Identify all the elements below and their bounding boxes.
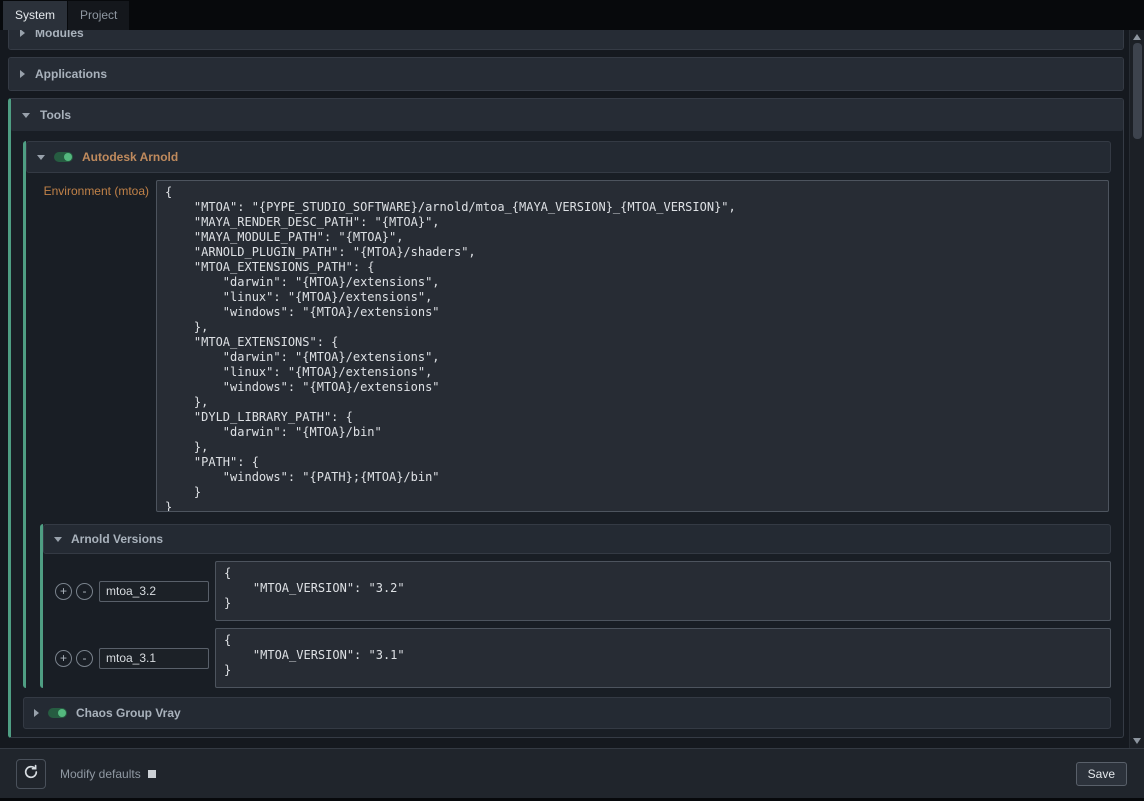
panel-arnold-label: Autodesk Arnold: [82, 150, 178, 164]
expand-arrow-icon: [37, 155, 45, 160]
section-tools-body: Autodesk Arnold Environment (mtoa) { "MT…: [11, 131, 1123, 737]
add-version-button[interactable]: +: [55, 583, 72, 600]
section-applications-header[interactable]: Applications: [9, 58, 1123, 90]
expand-arrow-icon: [54, 537, 62, 542]
section-tools-header[interactable]: Tools: [11, 99, 1123, 131]
environment-json-textarea[interactable]: { "MTOA": "{PYPE_STUDIO_SOFTWARE}/arnold…: [156, 180, 1109, 512]
section-applications-label: Applications: [35, 67, 107, 81]
enabled-toggle-icon[interactable]: [48, 708, 67, 718]
panel-chaos-group-vray: Chaos Group Vray: [23, 697, 1111, 729]
remove-version-button[interactable]: -: [76, 583, 93, 600]
version-key-input[interactable]: [99, 648, 209, 669]
scrollbar-track[interactable]: [1133, 40, 1142, 738]
version-json-textarea[interactable]: { "MTOA_VERSION": "3.2" }: [215, 561, 1111, 621]
panel-vray-label: Chaos Group Vray: [76, 706, 181, 720]
panel-autodesk-arnold: Autodesk Arnold Environment (mtoa) { "MT…: [23, 141, 1111, 688]
refresh-button[interactable]: [16, 759, 46, 789]
collapse-arrow-icon: [20, 70, 25, 78]
version-row: + - { "MTOA_VERSION": "3.1" }: [55, 628, 1111, 688]
scrollbar-down-icon[interactable]: [1133, 738, 1141, 744]
section-modules: Modules: [8, 30, 1124, 50]
tab-project[interactable]: Project: [68, 1, 129, 30]
remove-version-button[interactable]: -: [76, 650, 93, 667]
expand-arrow-icon: [22, 113, 30, 118]
modify-defaults-label: Modify defaults: [60, 767, 141, 781]
panel-arnold-header[interactable]: Autodesk Arnold: [26, 141, 1111, 173]
version-rows: + - { "MTOA_VERSION": "3.2" } + -: [43, 554, 1111, 688]
modify-defaults-checkbox[interactable]: [148, 770, 156, 778]
settings-window: System Project Modules Applications: [0, 0, 1144, 801]
section-tools: Tools Autodesk Arnold Environment (mtoa)…: [8, 98, 1124, 738]
tab-bar: System Project: [0, 0, 1144, 30]
environment-row: Environment (mtoa) { "MTOA": "{PYPE_STUD…: [26, 173, 1111, 522]
vertical-scrollbar: [1129, 30, 1144, 748]
enabled-toggle-icon[interactable]: [54, 152, 73, 162]
panel-vray-header[interactable]: Chaos Group Vray: [23, 697, 1111, 729]
section-modules-header[interactable]: Modules: [9, 30, 1123, 49]
group-arnold-versions: Arnold Versions + - { "MTOA_VERSION": "3…: [40, 524, 1111, 688]
section-tools-label: Tools: [40, 108, 71, 122]
settings-scroll-area: Modules Applications Tools: [0, 30, 1129, 748]
save-button[interactable]: Save: [1076, 762, 1127, 786]
collapse-arrow-icon: [20, 30, 25, 37]
main-area: Modules Applications Tools: [0, 30, 1144, 748]
collapse-arrow-icon: [34, 709, 39, 717]
refresh-icon: [23, 764, 39, 783]
environment-label: Environment (mtoa): [28, 180, 156, 198]
section-modules-label: Modules: [35, 30, 84, 40]
arnold-versions-label: Arnold Versions: [71, 532, 163, 546]
version-row: + - { "MTOA_VERSION": "3.2" }: [55, 561, 1111, 621]
arnold-versions-header[interactable]: Arnold Versions: [43, 524, 1111, 554]
scrollbar-thumb[interactable]: [1133, 43, 1142, 139]
version-json-textarea[interactable]: { "MTOA_VERSION": "3.1" }: [215, 628, 1111, 688]
section-applications: Applications: [8, 57, 1124, 91]
add-version-button[interactable]: +: [55, 650, 72, 667]
footer-bar: Modify defaults Save: [0, 748, 1144, 798]
tab-system[interactable]: System: [3, 1, 67, 30]
version-key-input[interactable]: [99, 581, 209, 602]
